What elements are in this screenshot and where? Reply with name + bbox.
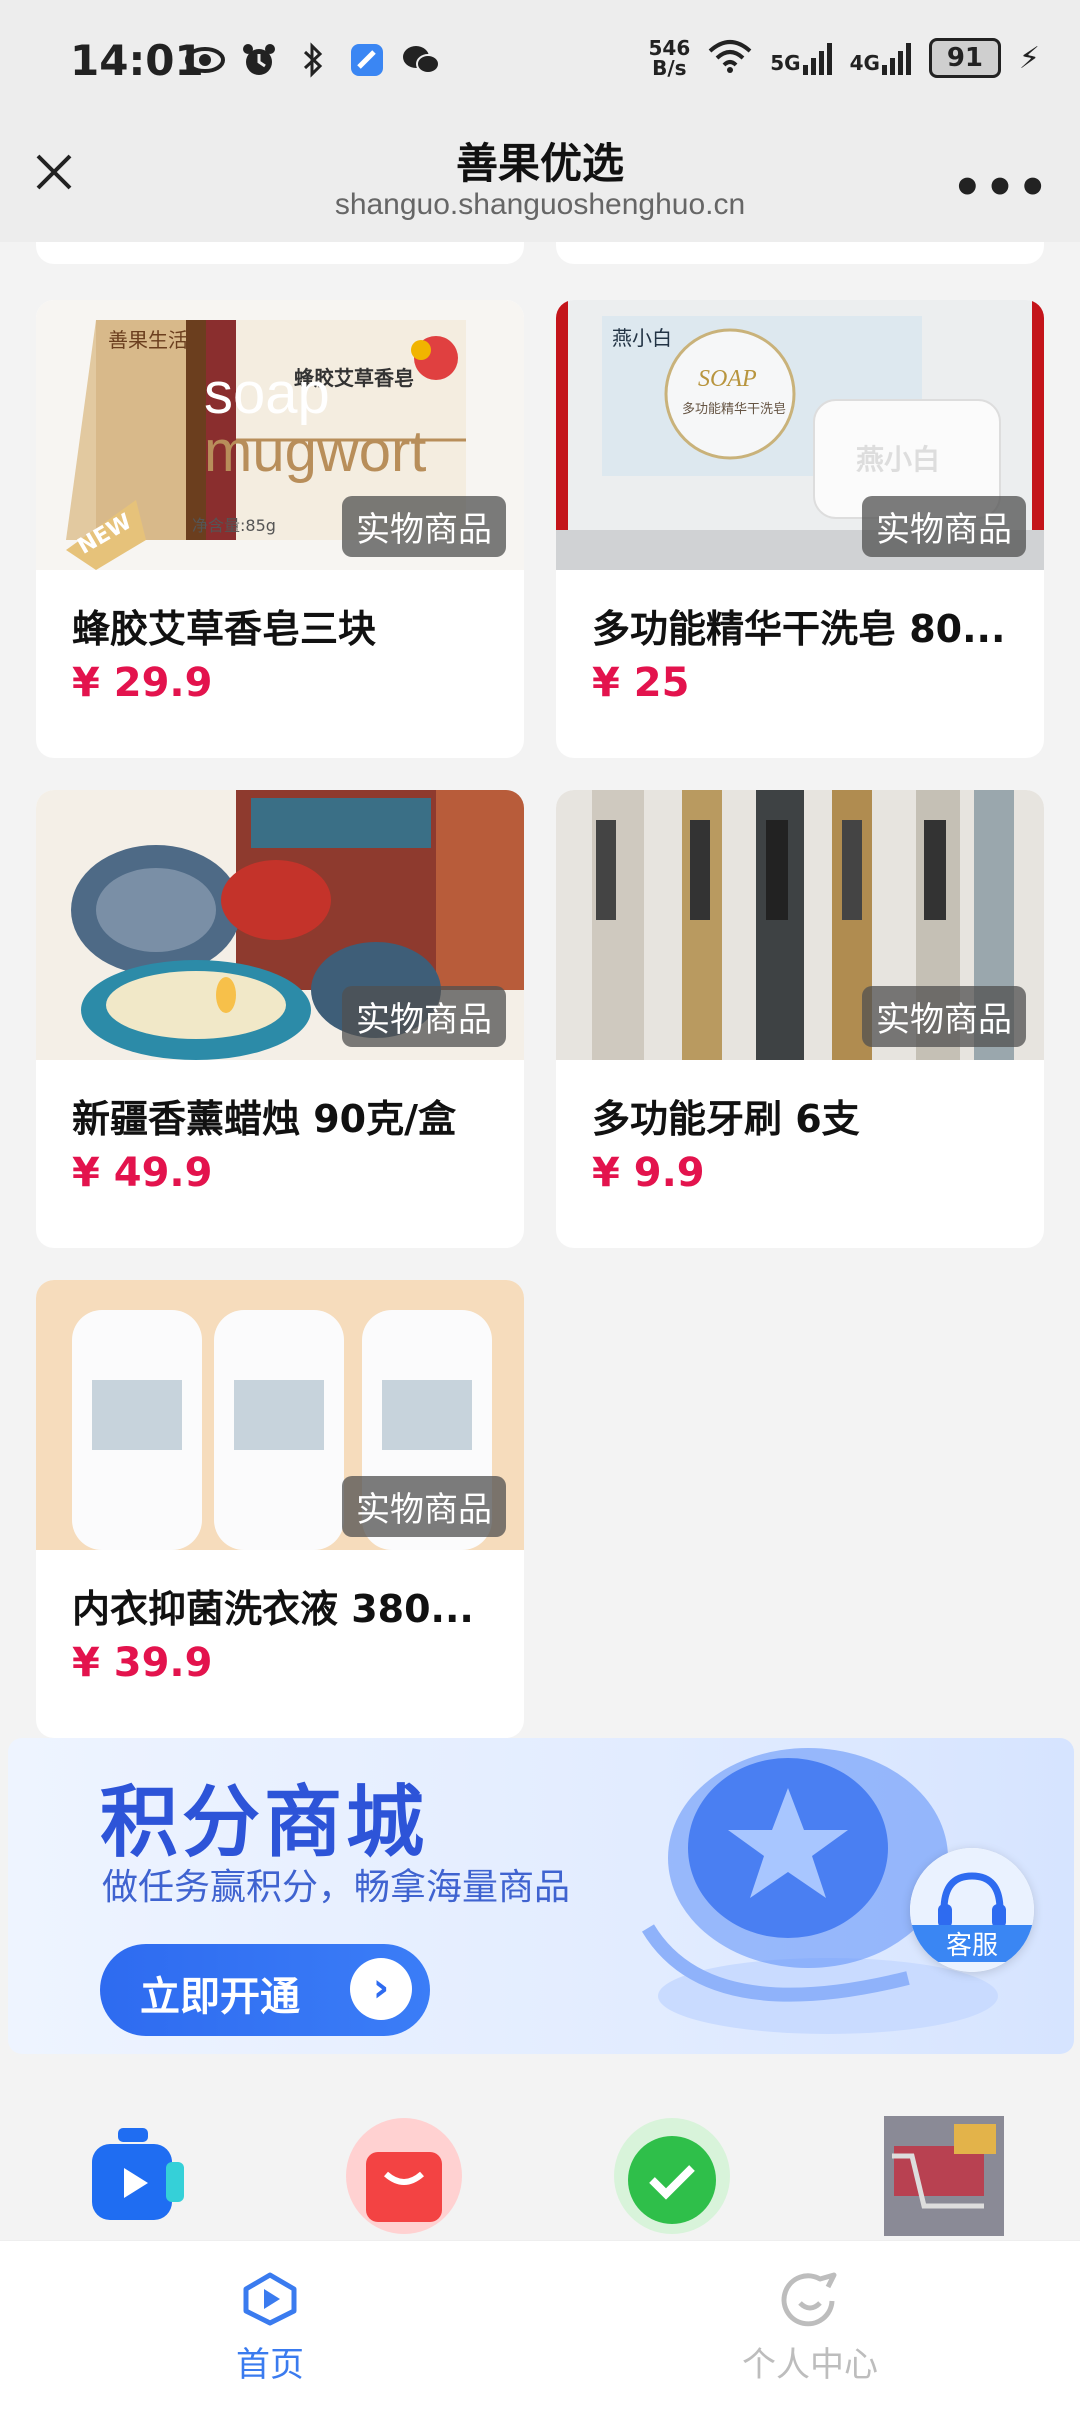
- product-soap-text: SOAP: [698, 366, 757, 392]
- product-price: ¥ 49.9: [72, 1150, 213, 1196]
- product-price: ¥ 29.9: [72, 660, 213, 706]
- product-name: 多功能精华干洗皂 80...: [592, 607, 1006, 651]
- signal-bars-icon: [802, 41, 832, 75]
- product-mugwort-text: mugwort: [204, 419, 427, 484]
- product-name: 蜂胶艾草香皂三块: [72, 607, 377, 651]
- profile-smile-icon: [781, 2272, 837, 2327]
- net-speed: 546 B/s: [648, 38, 690, 78]
- signal-5g-label: 5G: [770, 51, 801, 75]
- signal-4g-label: 4G: [849, 51, 880, 75]
- battery-level: 91: [946, 43, 984, 73]
- product-type-badge: 实物商品: [342, 986, 506, 1047]
- wifi-icon: [708, 39, 752, 77]
- product-brand-text: 善果生活: [108, 328, 188, 352]
- product-name: 多功能牙刷 6支: [592, 1097, 860, 1141]
- app-notification-icon: [347, 40, 387, 80]
- page-title: 善果优选: [455, 139, 624, 188]
- status-time: 14:01: [70, 36, 204, 85]
- product-type-badge: 实物商品: [342, 496, 506, 557]
- product-image-laundry: 实物商品: [36, 1280, 524, 1550]
- product-image-dry-soap: 燕小白 SOAP 多功能精华干洗皂 燕小白 实物商品: [556, 300, 1044, 570]
- alarm-icon: [239, 40, 279, 80]
- banner-title: 积分商城: [100, 1778, 429, 1868]
- status-left-icons: [185, 40, 441, 80]
- activate-button[interactable]: 立即开通 ›: [100, 1944, 430, 2036]
- tab-home[interactable]: 首页: [170, 2271, 370, 2386]
- tab-profile-label: 个人中心: [742, 2345, 878, 2385]
- product-type-badge: 实物商品: [862, 986, 1026, 1047]
- more-icon[interactable]: •••: [952, 160, 1050, 216]
- arrow-right-icon: ›: [350, 1958, 412, 2020]
- product-type-badge: 实物商品: [342, 1476, 506, 1537]
- soap-bar-emboss-text: 燕小白: [856, 443, 941, 476]
- verified-badge-icon[interactable]: [612, 2116, 732, 2236]
- product-name: 内衣抑菌洗衣液 380...: [72, 1587, 474, 1631]
- product-weight-text: 净含量:85g: [192, 516, 276, 535]
- product-label-text: 多功能精华干洗皂: [682, 402, 787, 417]
- activate-button-label: 立即开通: [140, 1974, 300, 2020]
- quick-icon-row: [0, 2100, 1080, 2240]
- bottom-tab-bar: 首页 个人中心: [0, 2240, 1080, 2413]
- signal-bars-icon: [881, 41, 911, 75]
- product-card[interactable]: 实物商品 新疆香薰蜡烛 90克/盒 ¥ 49.9: [36, 790, 524, 1248]
- bluetooth-icon: [293, 40, 333, 80]
- signal-4g: 4G: [850, 41, 911, 75]
- tab-profile[interactable]: 个人中心: [710, 2271, 910, 2386]
- browser-header: 善果优选 shanguo.shanguoshenghuo.cn •••: [0, 130, 1080, 242]
- eye-icon: [185, 40, 225, 80]
- banner-subtitle: 做任务赢积分，畅拿海量商品: [102, 1867, 571, 1908]
- previous-card-edge: [556, 242, 1044, 264]
- wechat-icon: [401, 40, 441, 80]
- signal-5g: 5G: [770, 41, 832, 75]
- charging-icon: ⚡: [1018, 40, 1040, 76]
- product-price: ¥ 9.9: [592, 1150, 705, 1196]
- net-speed-value: 546: [648, 36, 691, 60]
- shopping-bag-icon[interactable]: [344, 2116, 464, 2236]
- status-bar: 14:01 546 B/s 5G 4G 91 ⚡: [0, 0, 1080, 130]
- previous-card-edge: [36, 242, 524, 264]
- product-image-toothbrush: 实物商品: [556, 790, 1044, 1060]
- product-type-badge: 实物商品: [862, 496, 1026, 557]
- customer-service-label: 客服: [910, 1925, 1034, 1962]
- product-card[interactable]: 实物商品 多功能牙刷 6支 ¥ 9.9: [556, 790, 1044, 1248]
- net-speed-unit: B/s: [652, 56, 687, 80]
- product-card[interactable]: 善果生活 蜂胶艾草香皂 soap mugwort NEW 净含量:85g 实物商…: [36, 300, 524, 758]
- product-name: 新疆香薰蜡烛 90克/盒: [72, 1097, 456, 1141]
- shopping-cart-image[interactable]: [884, 2116, 1004, 2236]
- product-card[interactable]: 实物商品 内衣抑菌洗衣液 380... ¥ 39.9: [36, 1280, 524, 1738]
- product-price: ¥ 39.9: [72, 1640, 213, 1686]
- tab-home-label: 首页: [236, 2345, 304, 2385]
- video-icon[interactable]: [82, 2116, 202, 2236]
- product-price: ¥ 25: [592, 660, 690, 706]
- product-image-soap: 善果生活 蜂胶艾草香皂 soap mugwort NEW 净含量:85g 实物商…: [36, 300, 524, 570]
- product-brand-text: 燕小白: [612, 326, 672, 350]
- product-soap-text: soap: [204, 361, 330, 426]
- battery-icon: 91: [928, 38, 1001, 78]
- product-image-candles: 实物商品: [36, 790, 524, 1060]
- page-url: shanguo.shanguoshenghuo.cn: [334, 188, 746, 221]
- customer-service-button[interactable]: 客服: [910, 1848, 1034, 1972]
- status-right-icons: 546 B/s 5G 4G 91 ⚡: [648, 38, 1040, 78]
- product-card[interactable]: 燕小白 SOAP 多功能精华干洗皂 燕小白 实物商品 多功能精华干洗皂 80..…: [556, 300, 1044, 758]
- home-play-icon: [243, 2272, 297, 2326]
